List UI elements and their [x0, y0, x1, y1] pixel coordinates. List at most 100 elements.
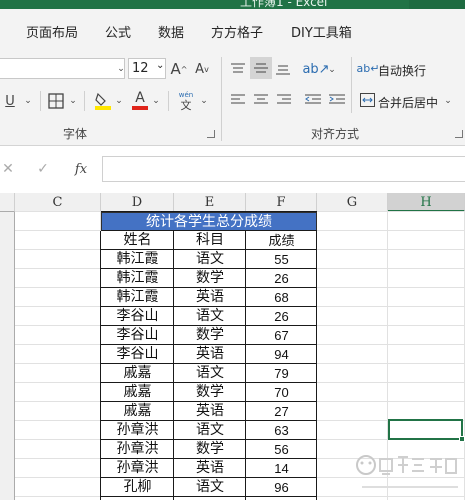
orientation-button[interactable]: ab↗ — [302, 59, 329, 79]
decrease-indent-button[interactable] — [304, 91, 322, 109]
cell-score[interactable]: 26 — [246, 307, 317, 326]
orientation-dropdown-icon[interactable]: ⌄ — [327, 64, 337, 76]
tab-page-layout[interactable]: 页面布局 — [26, 22, 78, 41]
cell-name[interactable]: 孙章洪 — [101, 459, 174, 478]
wrap-text-button[interactable]: 自动换行 — [378, 62, 426, 79]
watermark-logo-icon — [356, 455, 458, 488]
borders-dropdown-icon[interactable]: ⌄ — [68, 95, 78, 107]
cell-score[interactable]: 79 — [246, 364, 317, 383]
cell-name[interactable]: 孔柳 — [101, 478, 174, 497]
cell-score[interactable]: 56 — [246, 440, 317, 459]
cell-name[interactable]: 戚嘉 — [101, 402, 174, 421]
column-header-e[interactable]: E — [174, 193, 246, 212]
column-header-f[interactable]: F — [246, 193, 317, 212]
font-size-combobox[interactable]: 12 ⌄ — [128, 58, 166, 79]
align-right-button[interactable] — [275, 91, 293, 109]
font-color-dropdown-icon[interactable]: ⌄ — [151, 95, 161, 107]
merge-dropdown-icon[interactable]: ⌄ — [443, 95, 453, 107]
font-dialog-launcher-icon[interactable] — [207, 130, 215, 138]
cell-name[interactable]: 戚嘉 — [101, 364, 174, 383]
insert-function-icon[interactable]: fx — [73, 159, 89, 179]
align-top-button[interactable] — [229, 60, 247, 78]
cell-score[interactable]: 26 — [246, 269, 317, 288]
phonetic-guide-button[interactable]: wén 文 — [176, 89, 196, 113]
shrink-font-button[interactable]: Av — [193, 59, 211, 79]
underline-dropdown-icon[interactable]: ⌄ — [23, 95, 33, 107]
increase-indent-button[interactable] — [328, 91, 346, 109]
row-headers[interactable] — [0, 212, 15, 500]
tab-fangfangezi[interactable]: 方方格子 — [211, 22, 263, 41]
cell-name[interactable]: 韩江霞 — [101, 269, 174, 288]
fill-color-button[interactable] — [94, 91, 112, 111]
close-window-button[interactable] — [409, 0, 465, 9]
corner-select-all[interactable] — [0, 193, 15, 212]
cell-score[interactable]: 67 — [246, 326, 317, 345]
cell-subject[interactable]: 英语 — [174, 288, 246, 307]
cell-subject[interactable]: 英语 — [174, 459, 246, 478]
cell-score[interactable]: 55 — [246, 250, 317, 269]
align-center-button[interactable] — [252, 91, 270, 109]
cell-score[interactable]: 96 — [246, 478, 317, 497]
phonetic-dropdown-icon[interactable]: ⌄ — [199, 95, 209, 107]
align-left-button[interactable] — [229, 91, 247, 109]
header-cell-name[interactable]: 姓名 — [101, 231, 174, 250]
cell-name[interactable]: 韩江霞 — [101, 250, 174, 269]
column-header-g[interactable]: G — [317, 193, 388, 212]
cell-subject[interactable]: 英语 — [174, 345, 246, 364]
cell-subject[interactable]: 数学 — [174, 440, 246, 459]
cell-name[interactable]: 孙章洪 — [101, 421, 174, 440]
cell-score[interactable]: 14 — [246, 459, 317, 478]
table-border — [101, 382, 317, 383]
font-color-button[interactable]: A — [132, 89, 148, 111]
font-name-dropdown-icon[interactable]: ⌄ — [116, 60, 126, 78]
cell-subject[interactable]: 数学 — [174, 383, 246, 402]
cell-score[interactable]: 27 — [246, 402, 317, 421]
cell-subject[interactable]: 语文 — [174, 478, 246, 497]
tab-formulas[interactable]: 公式 — [105, 22, 131, 41]
cell-name[interactable]: 戚嘉 — [101, 383, 174, 402]
table-border — [316, 231, 317, 500]
underline-button[interactable]: U — [4, 91, 16, 111]
fill-handle[interactable] — [459, 436, 465, 442]
merge-center-icon[interactable] — [359, 91, 375, 109]
cell-subject[interactable]: 语文 — [174, 364, 246, 383]
cell-subject[interactable]: 语文 — [174, 250, 246, 269]
cell-name[interactable]: 李谷山 — [101, 345, 174, 364]
cell-score[interactable]: 63 — [246, 421, 317, 440]
cell-name[interactable]: 孙章洪 — [101, 440, 174, 459]
font-name-combobox[interactable] — [0, 58, 125, 79]
tab-data[interactable]: 数据 — [158, 22, 184, 41]
cell-subject[interactable]: 英语 — [174, 402, 246, 421]
separator — [351, 57, 352, 113]
column-header-h[interactable]: H — [388, 193, 465, 212]
selected-cell[interactable] — [388, 419, 465, 442]
tab-diy-toolbox[interactable]: DIY工具箱 — [291, 22, 352, 41]
cell-subject[interactable]: 数学 — [174, 326, 246, 345]
column-header-c[interactable]: C — [15, 193, 101, 212]
enter-icon[interactable]: ✓ — [36, 159, 50, 179]
cell-name[interactable]: 李谷山 — [101, 326, 174, 345]
cell-score[interactable]: 68 — [246, 288, 317, 307]
fill-color-dropdown-icon[interactable]: ⌄ — [114, 95, 124, 107]
align-middle-button[interactable] — [250, 57, 272, 79]
grow-font-button[interactable]: A ^ — [170, 59, 188, 79]
align-right-icon — [277, 94, 291, 104]
formula-input[interactable] — [102, 156, 465, 182]
cell-subject[interactable]: 语文 — [174, 307, 246, 326]
cell-name[interactable]: 李谷山 — [101, 307, 174, 326]
cell-name[interactable]: 韩江霞 — [101, 288, 174, 307]
increase-indent-icon — [329, 94, 345, 104]
header-cell-score[interactable]: 成绩 — [246, 231, 317, 250]
alignment-dialog-launcher-icon[interactable] — [455, 130, 463, 138]
column-header-d[interactable]: D — [101, 193, 174, 212]
cell-score[interactable]: 94 — [246, 345, 317, 364]
wrap-text-icon[interactable]: ab↵ — [357, 59, 380, 77]
cell-subject[interactable]: 语文 — [174, 421, 246, 440]
align-bottom-button[interactable] — [274, 60, 292, 78]
cancel-icon[interactable]: ✕ — [1, 159, 15, 179]
header-cell-subject[interactable]: 科目 — [174, 231, 246, 250]
cell-subject[interactable]: 数学 — [174, 269, 246, 288]
borders-button[interactable] — [47, 92, 65, 110]
cell-score[interactable]: 70 — [246, 383, 317, 402]
merge-center-button[interactable]: 合并后居中 — [378, 94, 438, 111]
